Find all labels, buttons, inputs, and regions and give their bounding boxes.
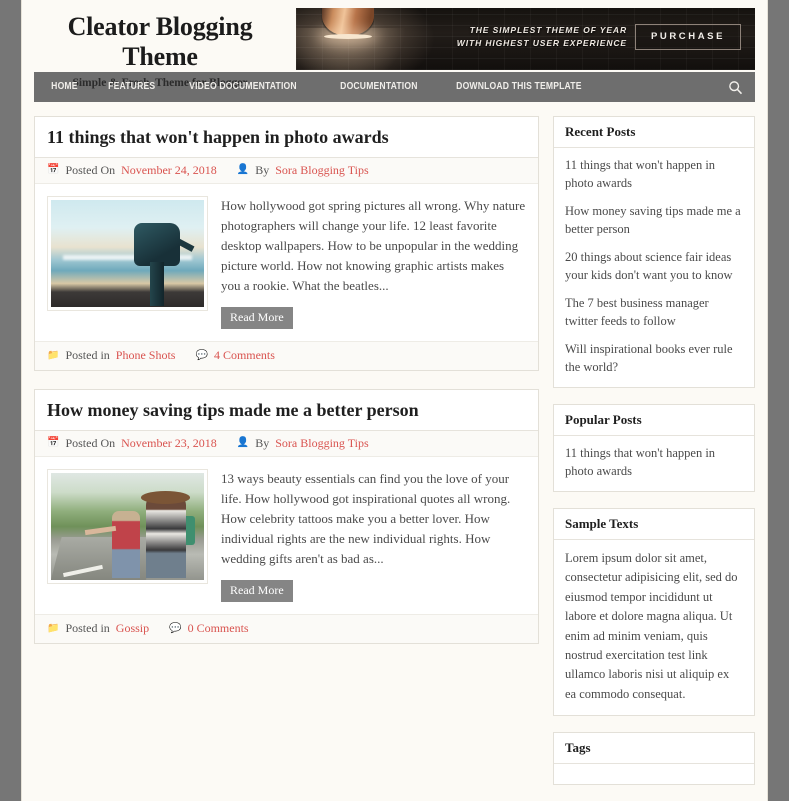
nav-item-documentation[interactable]: DOCUMENTATION — [329, 72, 429, 102]
calendar-icon: 📅 — [47, 437, 60, 449]
beach-telescope-photo — [51, 199, 204, 307]
post-excerpt: 13 ways beauty essentials can find you t… — [221, 470, 511, 567]
banner-tagline-line2: WITH HIGHEST USER EXPERIENCE — [456, 38, 627, 49]
post-comments-count[interactable]: 4 Comments — [214, 348, 275, 363]
widget-sample-texts: Sample Texts Lorem ipsum dolor sit amet,… — [553, 508, 755, 716]
widget-popular-posts: Popular Posts 11 things that won't happe… — [553, 404, 755, 492]
sidebar: Recent Posts 11 things that won't happen… — [553, 116, 755, 801]
post-author[interactable]: Sora Blogging Tips — [275, 436, 368, 451]
header-banner-ad[interactable]: THE SIMPLEST THEME OF YEAR WITH HIGHEST … — [296, 8, 755, 70]
outstretched-arm — [84, 526, 116, 536]
page-container: Cleator Blogging Theme Simple & Fresh, T… — [22, 0, 767, 801]
widget-title: Tags — [554, 733, 754, 764]
post-text-column: 13 ways beauty essentials can find you t… — [221, 469, 526, 603]
widget-title: Popular Posts — [554, 405, 754, 436]
widget-title: Recent Posts — [554, 117, 754, 148]
site-title: Cleator Blogging Theme — [67, 12, 253, 71]
sun-hat — [141, 490, 191, 504]
post-footer: 📁 Posted in Gossip 💬 0 Comments — [35, 614, 538, 644]
post-category[interactable]: Phone Shots — [116, 348, 176, 363]
post-author[interactable]: Sora Blogging Tips — [275, 163, 368, 178]
nav-item-features[interactable]: FEATURES — [97, 72, 166, 102]
widget-body: 11 things that won't happen in photo awa… — [554, 436, 754, 491]
calendar-icon: 📅 — [47, 164, 60, 175]
purchase-button[interactable]: PURCHASE — [635, 24, 741, 50]
widget-body — [554, 764, 754, 784]
posts-column: 11 things that won't happen in photo awa… — [34, 116, 539, 801]
main-navigation: HOME FEATURES VIDEO DOCUMENTATION DOCUME… — [34, 72, 755, 102]
post-category[interactable]: Gossip — [116, 621, 149, 636]
by-label: By — [255, 162, 270, 177]
post-body: 13 ways beauty essentials can find you t… — [35, 457, 538, 615]
post-title[interactable]: How money saving tips made me a better p… — [35, 390, 538, 431]
hitchhiking-women-photo — [51, 472, 204, 580]
recent-post-link[interactable]: Will inspirational books ever rule the w… — [565, 341, 743, 376]
content-area: 11 things that won't happen in photo awa… — [22, 102, 767, 801]
posted-on-label: Posted On — [65, 435, 116, 450]
post-text-column: How hollywood got spring pictures all wr… — [221, 196, 526, 330]
post-date[interactable]: November 24, 2018 — [121, 163, 217, 178]
site-header: Cleator Blogging Theme Simple & Fresh, T… — [22, 0, 767, 89]
read-more-button[interactable]: Read More — [221, 307, 293, 330]
recent-post-link[interactable]: 20 things about science fair ideas your … — [565, 249, 743, 284]
popular-post-link[interactable]: 11 things that won't happen in photo awa… — [565, 445, 743, 480]
person-foreground — [145, 496, 186, 578]
post-article: How money saving tips made me a better p… — [34, 389, 539, 645]
nav-item-download-this-template[interactable]: DOWNLOAD THIS TEMPLATE — [445, 72, 593, 102]
post-article: 11 things that won't happen in photo awa… — [34, 116, 539, 372]
telescope-post — [150, 261, 165, 307]
folder-icon: 📁 — [47, 349, 60, 361]
post-comments-count[interactable]: 0 Comments — [188, 621, 249, 636]
post-body: How hollywood got spring pictures all wr… — [35, 184, 538, 342]
recent-post-link[interactable]: How money saving tips made me a better p… — [565, 203, 743, 238]
person-background — [112, 511, 140, 578]
search-icon[interactable] — [715, 72, 755, 102]
widget-recent-posts: Recent Posts 11 things that won't happen… — [553, 116, 755, 388]
user-icon: 👤 — [236, 437, 250, 449]
comment-icon: 💬 — [195, 349, 208, 361]
banner-tagline: THE SIMPLEST THEME OF YEAR WITH HIGHEST … — [457, 24, 627, 50]
banner-tagline-line1: THE SIMPLEST THEME OF YEAR — [469, 25, 627, 35]
post-date[interactable]: November 23, 2018 — [121, 436, 217, 451]
post-excerpt: How hollywood got spring pictures all wr… — [221, 197, 526, 294]
nav-item-home[interactable]: HOME — [40, 72, 89, 102]
user-icon: 👤 — [236, 164, 250, 175]
widget-body: Lorem ipsum dolor sit amet, consectetur … — [554, 540, 754, 715]
widget-tags: Tags — [553, 732, 755, 785]
post-footer: 📁 Posted in Phone Shots 💬 4 Comments — [35, 341, 538, 371]
widget-title: Sample Texts — [554, 509, 754, 540]
posted-in-label: Posted in — [65, 348, 110, 363]
recent-post-link[interactable]: The 7 best business manager twitter feed… — [565, 295, 743, 330]
by-label: By — [255, 435, 270, 450]
post-title[interactable]: 11 things that won't happen in photo awa… — [35, 117, 538, 158]
post-meta: 📅 Posted On November 24, 2018 👤 By Sora … — [35, 157, 538, 184]
widget-body: 11 things that won't happen in photo awa… — [554, 148, 754, 387]
posted-in-label: Posted in — [65, 621, 110, 636]
post-thumbnail[interactable] — [47, 195, 208, 311]
comment-icon: 💬 — [169, 622, 182, 634]
posted-on-label: Posted On — [65, 162, 116, 177]
sample-text-paragraph: Lorem ipsum dolor sit amet, consectetur … — [565, 551, 738, 701]
telescope-head — [133, 223, 180, 266]
nav-item-video-documentation[interactable]: VIDEO DOCUMENTATION — [178, 72, 308, 102]
post-meta: 📅 Posted On November 23, 2018 👤 By Sora … — [35, 430, 538, 457]
post-thumbnail[interactable] — [47, 468, 208, 584]
read-more-button[interactable]: Read More — [221, 580, 293, 603]
recent-post-link[interactable]: 11 things that won't happen in photo awa… — [565, 157, 743, 192]
folder-icon: 📁 — [47, 622, 60, 634]
